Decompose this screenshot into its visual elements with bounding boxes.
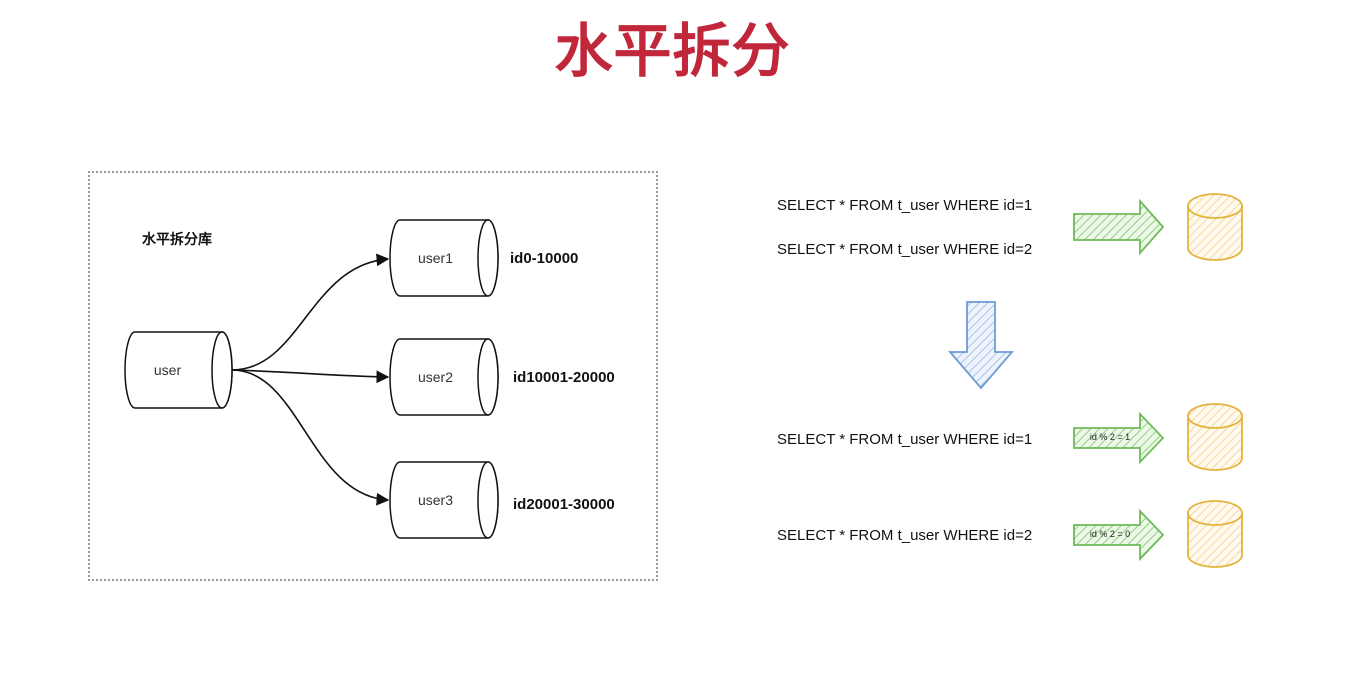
shard-label-2: user2 [417, 369, 454, 385]
shard-range-3: id20001-30000 [513, 496, 615, 513]
green-arrow-top [1073, 198, 1165, 256]
sql-query-after-2: SELECT * FROM t_user WHERE id=2 [777, 527, 1033, 544]
shard-label-3: user3 [417, 492, 454, 508]
connector-to-user3 [231, 369, 390, 506]
routing-rule-2: id % 2 = 0 [1089, 529, 1131, 539]
blue-down-arrow [948, 301, 1014, 390]
db-cylinder-orange-top [1187, 193, 1243, 261]
sql-query-before-2: SELECT * FROM t_user WHERE id=2 [777, 241, 1033, 258]
sql-query-before-1: SELECT * FROM t_user WHERE id=1 [777, 197, 1033, 214]
shard-range-2: id10001-20000 [513, 369, 615, 386]
diagram-canvas [124, 193, 1243, 568]
group-label: 水平拆分库 [142, 231, 212, 247]
shard-label-1: user1 [417, 250, 454, 266]
routing-rule-1: id % 2 = 1 [1089, 432, 1131, 442]
db-cylinder-orange-1 [1187, 403, 1243, 471]
db-cylinder-orange-2 [1187, 500, 1243, 568]
source-db-label: user [153, 362, 182, 378]
shard-range-1: id0-10000 [510, 250, 579, 267]
sql-query-after-1: SELECT * FROM t_user WHERE id=1 [777, 431, 1033, 448]
connector-to-user1 [231, 253, 390, 371]
